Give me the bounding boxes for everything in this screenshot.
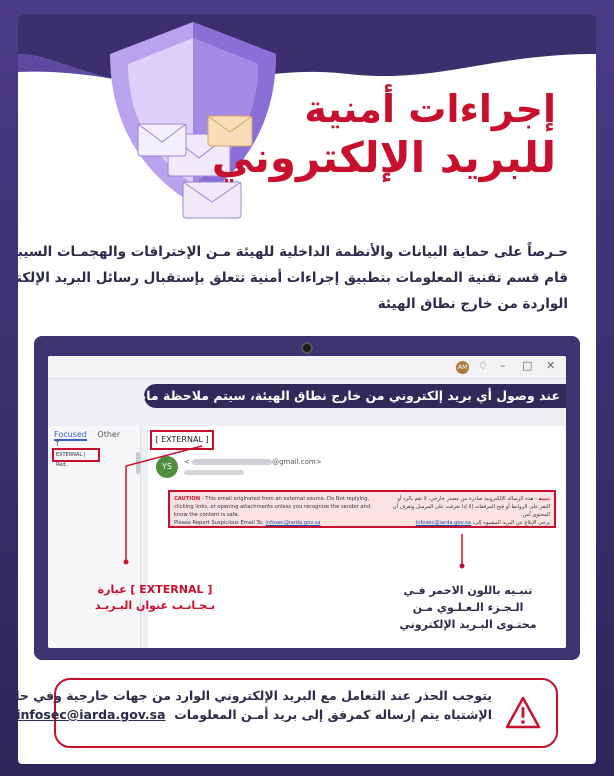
- sender-domain: @gmail.com>: [272, 458, 322, 466]
- message-list-pane: Focused Other ↑ EXTERNAL | Red..: [48, 426, 141, 648]
- annotation-external-tag: عبارة [ EXTERNAL ] بـجـانـب عنوان البـري…: [90, 582, 220, 614]
- warning-triangle-icon: [505, 696, 541, 729]
- page: إجراءات أمنية للبريد الإلكتروني حـرصاً ع…: [0, 0, 614, 776]
- annotation-right-line-2: الـجـزء الـعـلـوي مـن: [412, 601, 524, 614]
- info-banner: عند وصول أي بريد إلكتروني من خارج نطاق ا…: [144, 384, 566, 408]
- window-title-bar: AM ♢ – □ ✕: [48, 356, 566, 379]
- tab-other[interactable]: Other: [97, 430, 120, 439]
- envelope-icon-4: [182, 181, 242, 219]
- close-icon[interactable]: ✕: [546, 359, 555, 372]
- annotation-red-caution: تنبـيه باللون الاحمر فـي الـجـزء الـعـلـ…: [388, 582, 548, 633]
- caution-english: CAUTION - This email originated from an …: [174, 495, 384, 527]
- external-subject-tag: [ EXTERNAL ]: [150, 430, 214, 450]
- inbox-tabs: Focused Other ↑: [54, 430, 140, 448]
- intro-line-3: الواردة من خارج نطاق الهيئة: [377, 296, 568, 312]
- warning-text: يتوجب الحذر عند التعامل مع البريد الإلكت…: [18, 686, 492, 724]
- warning-email-link[interactable]: infosec@iarda.gov.sa: [18, 707, 166, 722]
- caution-report-text-ar: يرجى الإبلاغ عن البريد المشبوه إلى:: [470, 520, 551, 526]
- warning-line-2-text: الإشتباه يتم إرساله كمرفق إلى بريد أمـن …: [174, 707, 492, 722]
- warning-line-2: الإشتباه يتم إرساله كمرفق إلى بريد أمـن …: [18, 705, 492, 724]
- envelope-icon-2: [137, 123, 187, 157]
- title-line-2: للبريد الإلكتروني: [211, 133, 556, 182]
- annotation-left-line-1: عبارة [ EXTERNAL ]: [97, 583, 213, 596]
- annotation-right-line-1: تنبـيه باللون الاحمر فـي: [403, 584, 533, 597]
- scrollbar[interactable]: [136, 452, 140, 474]
- intro-line-1: حـرصاً على حماية البيانات والأنظمة الداخ…: [18, 244, 568, 260]
- warning-line-1: يتوجب الحذر عند التعامل مع البريد الإلكت…: [18, 688, 492, 703]
- caution-text: - This email originated from an external…: [174, 496, 371, 518]
- minimize-icon[interactable]: –: [500, 359, 506, 372]
- caution-arabic: تنبيه - هذه الرسالة الإلكترونية صادرة من…: [390, 495, 550, 527]
- warning-box: يتوجب الحذر عند التعامل مع البريد الإلكت…: [18, 678, 558, 748]
- poster-card: إجراءات أمنية للبريد الإلكتروني حـرصاً ع…: [18, 14, 596, 764]
- external-tag-list-item[interactable]: EXTERNAL | Red..: [52, 448, 100, 468]
- redacted-recipient: [184, 470, 244, 475]
- intro-line-2: قام قسم تقنية المعلومات بتطبيق إجراءات أ…: [18, 270, 568, 286]
- sort-icon[interactable]: ↑: [54, 439, 61, 448]
- caution-label-ar: تنبيه: [538, 496, 550, 502]
- caution-text-ar: - هذه الرسالة الإلكترونية صادرة من مصدر …: [392, 496, 550, 518]
- redacted-sender: [192, 459, 273, 465]
- title-line-1: إجراءات أمنية: [304, 87, 556, 131]
- caution-email-link[interactable]: infosec@iarda.gov.sa: [265, 520, 320, 526]
- sender-avatar: YS: [156, 456, 178, 478]
- annotation-right-line-3: محتـوى البـريد الإلكتروني: [399, 618, 537, 631]
- intro-paragraph: حـرصاً على حماية البيانات والأنظمة الداخ…: [18, 239, 568, 317]
- caution-report-text: Please Report Suspicious Email To:: [174, 520, 266, 526]
- caution-banner: CAUTION - This email originated from an …: [168, 490, 556, 528]
- bell-icon[interactable]: ♢: [478, 359, 488, 372]
- sender-address: < @gmail.com>: [184, 458, 322, 466]
- page-title: إجراءات أمنية للبريد الإلكتروني: [212, 86, 556, 184]
- caution-email-link-ar[interactable]: infosec@iarda.gov.sa: [416, 520, 471, 526]
- annotation-left-line-2: بـجـانـب عنوان البـريـد: [94, 599, 216, 612]
- avatar[interactable]: AM: [456, 361, 469, 374]
- camera-icon: [301, 342, 313, 354]
- caution-label: CAUTION: [174, 496, 201, 502]
- maximize-icon[interactable]: □: [522, 359, 532, 372]
